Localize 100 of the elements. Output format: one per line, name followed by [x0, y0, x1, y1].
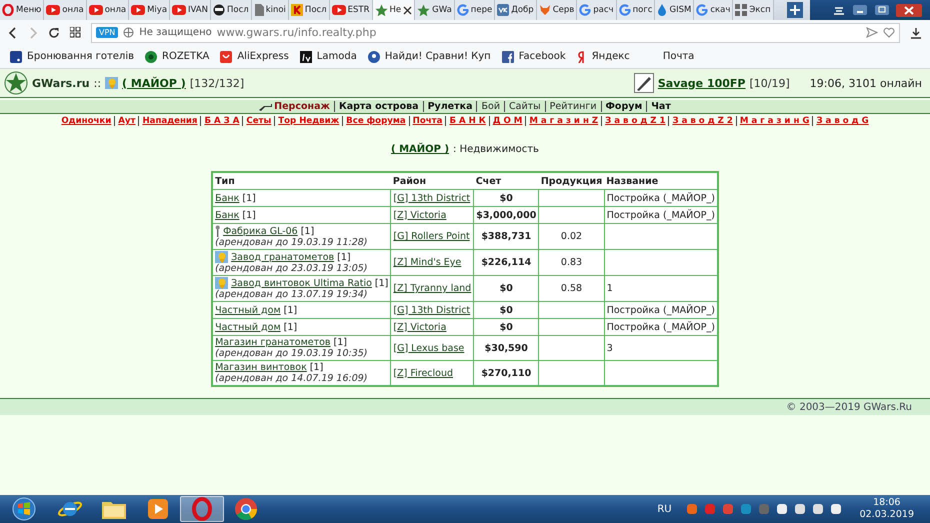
type-link[interactable]: Частный дом [215, 322, 281, 332]
browser-tab[interactable]: погс [616, 0, 656, 20]
download-icon[interactable] [910, 26, 922, 38]
g-logo-icon [696, 4, 708, 16]
bookmark-link[interactable]: ROZETKA [162, 51, 210, 62]
bookmark-link[interactable]: Почта [662, 51, 694, 62]
clock[interactable]: 18:06 02.03.2019 [860, 497, 914, 521]
forum-link[interactable]: Почта [412, 116, 442, 126]
count-text: [1] [284, 304, 298, 316]
vpn-badge[interactable]: VPN [96, 27, 118, 38]
forum-link[interactable]: Все форума [346, 116, 406, 126]
minimize-icon[interactable] [852, 4, 868, 16]
forum-link[interactable]: Тор Недвиж [278, 116, 340, 126]
player-link[interactable]: ( МАЙОР ) [391, 144, 450, 155]
browser-tab[interactable]: Не [372, 0, 416, 20]
type-link[interactable]: Частный дом [215, 304, 281, 316]
rifle-icon[interactable] [634, 73, 654, 93]
lease-text: (арендован до 14.07.19 16:09) [215, 373, 369, 384]
restore-icon[interactable] [874, 4, 890, 16]
browser-tab[interactable]: Эксп [733, 0, 774, 20]
new-tab-icon[interactable] [787, 2, 803, 18]
g-logo-icon [579, 4, 592, 16]
type-link[interactable]: Банк [215, 192, 240, 204]
forum-link[interactable]: М а г а з и н Z [529, 116, 598, 126]
lease-text: (арендован до 13.07.19 19:34) [215, 289, 369, 300]
bookmark-link[interactable]: Яндекс [592, 51, 630, 62]
browser-tab[interactable]: GWa [415, 0, 455, 20]
bookmark-link[interactable]: AliExpress [237, 51, 289, 62]
column-header: Продукция [538, 172, 604, 190]
bookmark-link[interactable]: Lamoda [316, 51, 357, 62]
durability-text: [10/19] [749, 76, 790, 90]
table-cell: $0 [474, 302, 539, 318]
nav-link[interactable]: Рулетка [428, 101, 472, 112]
heart-icon[interactable] [883, 27, 895, 38]
nav-link[interactable]: Форум [606, 101, 642, 112]
browser-tab[interactable]: Меню [0, 0, 44, 20]
column-header: Район [390, 172, 474, 190]
square-logo-icon [10, 50, 22, 62]
forum-link[interactable]: Б А Н К [449, 116, 486, 126]
play-icon [332, 4, 346, 16]
bookmark-link[interactable]: Бронювання готелів [27, 51, 134, 62]
forum-link[interactable]: Одиночки [61, 116, 112, 126]
nav-link[interactable]: Чат [651, 101, 671, 112]
browser-tab[interactable]: скач [694, 0, 734, 20]
browser-tab[interactable]: kinoi [252, 0, 289, 20]
browser-tab[interactable]: Miya [129, 0, 170, 20]
back-icon[interactable] [8, 26, 18, 38]
close-icon[interactable] [403, 6, 412, 14]
grid-icon[interactable] [70, 27, 81, 38]
browser-tab[interactable]: пере [454, 0, 496, 20]
forum-link[interactable]: Д О М [492, 116, 522, 126]
browser-tab[interactable]: онла [86, 0, 130, 20]
type-link[interactable]: Завод винтовок Ultima Ratio [231, 278, 372, 288]
nav-link[interactable]: Сайты [509, 101, 541, 112]
forum-link[interactable]: Нападения [142, 116, 198, 126]
language-indicator[interactable]: RU [657, 504, 672, 514]
play-icon[interactable] [147, 498, 169, 520]
type-link[interactable]: Завод гранатометов [231, 252, 334, 262]
table-cell: Постройка (_МАЙОР_) [604, 206, 718, 224]
browser-tab[interactable]: Посл [210, 0, 252, 20]
browser-tab[interactable]: онла [44, 0, 87, 20]
forum-link[interactable]: Б А З А [204, 116, 240, 126]
address-field[interactable]: VPN Не защищено www.gwars.ru/info.realty.php [91, 22, 900, 42]
forum-link[interactable]: М а г а з и н G [740, 116, 810, 126]
browser-tab[interactable]: GISM [655, 0, 694, 20]
table-cell: $0 [474, 190, 539, 206]
forum-link[interactable]: З а в о д Z 2 [672, 116, 733, 126]
browser-tab[interactable]: расч [577, 0, 617, 20]
nav-link[interactable]: Карта острова [338, 101, 419, 112]
nav-link[interactable]: Рейтинги [550, 101, 597, 112]
browser-tab[interactable]: Посл [288, 0, 330, 20]
browser-tab[interactable]: IVAN [170, 0, 211, 20]
table-cell: $3,000,000 [474, 206, 539, 224]
player-link[interactable]: ( МАЙОР ) [122, 76, 186, 90]
drop-icon [657, 4, 668, 16]
browser-tab[interactable]: ESTR [330, 0, 372, 20]
nav-link[interactable]: Бой [481, 101, 500, 112]
forum-link[interactable]: З а в о д G [816, 116, 869, 126]
type-link[interactable]: Магазин винтовок [215, 362, 307, 373]
send-icon[interactable] [866, 27, 878, 38]
bookmark-link[interactable]: Найди! Сравни! Куп [384, 51, 491, 62]
nav-link[interactable]: Персонаж [274, 101, 330, 112]
forum-link[interactable]: Сеты [246, 116, 272, 126]
count-text: [1] [242, 210, 256, 220]
browser-tab[interactable]: Добр [495, 0, 537, 20]
close-icon[interactable] [896, 4, 922, 16]
reload-icon[interactable] [48, 26, 60, 38]
bookmark-link[interactable]: Facebook [518, 51, 566, 62]
type-link[interactable]: Банк [215, 210, 240, 220]
start-orb-icon[interactable] [12, 497, 36, 521]
weapon-link[interactable]: Savage 100FP [658, 76, 746, 90]
separator-text: :: [94, 76, 102, 90]
forum-link[interactable]: Аут [118, 116, 136, 126]
browser-tab[interactable]: Серв [536, 0, 578, 20]
site-title[interactable]: GWars.ru [32, 76, 90, 90]
count-text: [1] [310, 362, 324, 373]
type-link[interactable]: Магазин гранатометов [215, 337, 331, 348]
g-logo-icon [456, 4, 469, 16]
forum-link[interactable]: З а в о д Z 1 [605, 116, 666, 126]
type-link[interactable]: Фабрика GL-06 [223, 226, 298, 236]
